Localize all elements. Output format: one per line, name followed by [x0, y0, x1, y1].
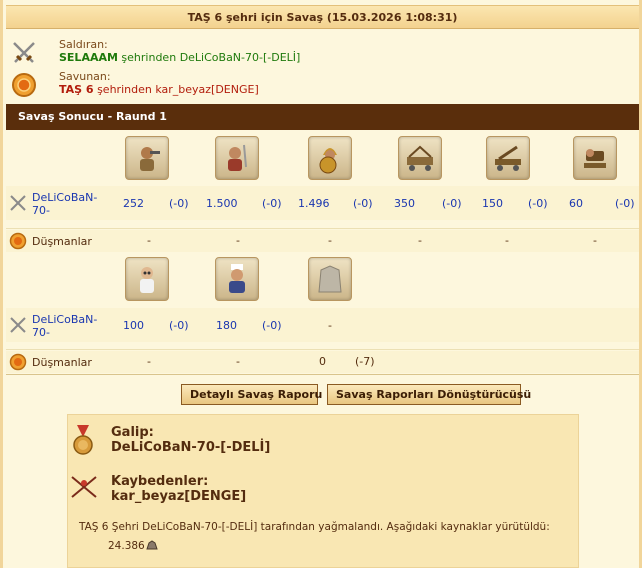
unit-loss: (-0): [169, 319, 189, 332]
defender-player-link[interactable]: kar_beyaz[DENGE]: [155, 83, 258, 96]
unit-count: -: [328, 319, 332, 332]
enemies-label: Düşmanlar: [32, 356, 92, 369]
unit-count: 350: [394, 197, 415, 210]
detailed-report-button[interactable]: Detaylı Savaş Raporu: [181, 384, 322, 405]
unit-loss: (-0): [528, 197, 548, 210]
defender-role-label: Savunan:: [59, 70, 111, 83]
enemy-value: -: [147, 355, 151, 368]
report-converter-button[interactable]: Savaş Raporları Dönüştürücüsü: [327, 384, 531, 405]
loser-label: Kaybedenler:: [111, 474, 209, 489]
winner-name[interactable]: DeLiCoBaN-70-[-DELİ]: [111, 440, 270, 455]
battle-result-box: Galip: DeLiCoBaN-70-[-DELİ] Kaybedenler:…: [67, 414, 579, 568]
enemies-label: Düşmanlar: [32, 235, 92, 248]
shield-icon: [12, 73, 36, 97]
unit-count: 180: [216, 319, 237, 332]
mortar-unit-icon: [573, 136, 617, 180]
enemy-row-1: Düşmanlar - - - - - -: [6, 230, 639, 252]
unit-loss: (-0): [353, 197, 373, 210]
catapult-unit-icon: [486, 136, 530, 180]
unit-count: 1.496: [298, 197, 330, 210]
attacker-city-link[interactable]: SELAAAM: [59, 51, 118, 64]
defender-city-link[interactable]: TAŞ 6: [59, 83, 94, 96]
cook-unit-icon: [215, 257, 259, 301]
unit-loss: (-0): [615, 197, 635, 210]
crossed-swords-icon: [10, 317, 26, 333]
defender-line: TAŞ 6 şehrinden kar_beyaz[DENGE]: [59, 83, 259, 96]
battle-report-window: TAŞ 6 şehri için Savaş (15.03.2026 1:08:…: [0, 0, 642, 568]
unit-loss: (-0): [262, 319, 282, 332]
doctor-unit-icon: [125, 257, 169, 301]
wall-loss: (-7): [355, 355, 375, 368]
enemy-value: -: [147, 234, 151, 247]
attacker-row-1: DeLiCoBaN-70- 252 (-0) 1.500 (-0) 1.496 …: [6, 186, 639, 220]
report-title: TAŞ 6 şehri için Savaş (15.03.2026 1:08:…: [6, 5, 639, 29]
attacker-info: Saldıran: SELAAAM şehrinden DeLiCoBaN-70…: [11, 38, 611, 70]
unit-count: 1.500: [206, 197, 238, 210]
enemy-value: -: [505, 234, 509, 247]
attacker-line: SELAAAM şehrinden DeLiCoBaN-70-[-DELİ]: [59, 51, 300, 64]
crossed-swords-icon: [13, 42, 35, 63]
defender-text-mid: şehrinden: [93, 83, 156, 96]
row-divider: [6, 349, 639, 350]
unit-count: 252: [123, 197, 144, 210]
unit-loss: (-0): [442, 197, 462, 210]
enemy-row-2: Düşmanlar - - 0 (-7): [6, 351, 639, 373]
swordsman-unit-icon: [215, 136, 259, 180]
shield-icon: [9, 353, 27, 371]
round-header: Savaş Sonucu - Raund 1: [6, 104, 639, 130]
attacker-player-link[interactable]: DeLiCoBaN-70-[-DELİ]: [180, 51, 301, 64]
crossed-swords-icon: [10, 195, 26, 211]
attacker-name-link[interactable]: DeLiCoBaN-70-: [32, 313, 102, 339]
unit-loss: (-0): [169, 197, 189, 210]
attacker-text-mid: şehrinden: [117, 51, 180, 64]
enemy-value: -: [593, 234, 597, 247]
enemy-value: -: [418, 234, 422, 247]
loser-name[interactable]: kar_beyaz[DENGE]: [111, 489, 246, 504]
attacker-row-2: DeLiCoBaN-70- 100 (-0) 180 (-0) -: [6, 308, 639, 342]
hoplite-unit-icon: [308, 136, 352, 180]
attacker-role-label: Saldıran:: [59, 38, 108, 51]
unit-row-2: [6, 252, 639, 308]
unit-count: 60: [569, 197, 583, 210]
slinger-unit-icon: [125, 136, 169, 180]
marble-icon: [146, 540, 158, 550]
defender-info: Savunan: TAŞ 6 şehrinden kar_beyaz[DENGE…: [11, 70, 611, 102]
row-divider: [6, 374, 639, 375]
enemy-value: -: [328, 234, 332, 247]
unit-count: 150: [482, 197, 503, 210]
plunder-text: TAŞ 6 Şehri DeLiCoBaN-70-[-DELİ] tarafın…: [79, 521, 550, 533]
enemy-value: -: [236, 234, 240, 247]
wall-icon: [308, 257, 352, 301]
unit-count: 100: [123, 319, 144, 332]
enemy-value: 0: [319, 355, 326, 368]
row-divider: [6, 228, 639, 229]
plunder-amount: 24.386: [108, 540, 145, 552]
unit-row-1: [6, 130, 639, 186]
medal-icon: [73, 425, 93, 455]
defeat-icon: [71, 476, 97, 498]
enemy-value: -: [236, 355, 240, 368]
unit-loss: (-0): [262, 197, 282, 210]
winner-label: Galip:: [111, 425, 154, 440]
attacker-name-link[interactable]: DeLiCoBaN-70-: [32, 191, 102, 217]
shield-icon: [9, 232, 27, 250]
ram-unit-icon: [398, 136, 442, 180]
